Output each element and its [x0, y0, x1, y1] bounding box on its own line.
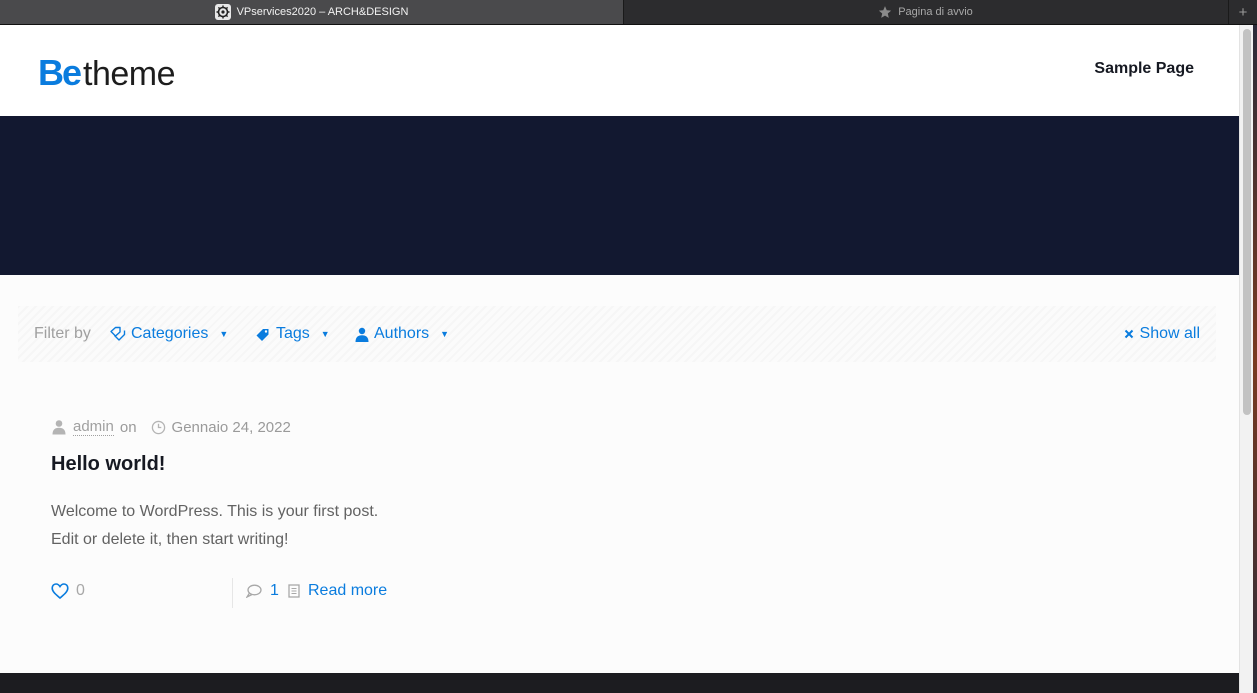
browser-tab-active[interactable]: VPservices2020 – ARCH&DESIGN [0, 0, 624, 24]
desktop-edge [1253, 25, 1257, 693]
tag-icon [255, 326, 271, 342]
heart-icon [51, 583, 69, 599]
document-icon [288, 584, 300, 598]
site-logo[interactable]: Be theme [38, 52, 176, 93]
author-icon [51, 419, 67, 435]
site-header: Be theme Sample Page [0, 25, 1239, 116]
filter-authors[interactable]: Authors ▼ [355, 325, 449, 343]
read-more-label: Read more [308, 582, 388, 599]
browser-tab-strip: VPservices2020 – ARCH&DESIGN Pagina di a… [0, 0, 1257, 25]
post-footer: 0 1 Read more [51, 578, 451, 608]
logo-theme: theme [83, 55, 176, 93]
comments-link[interactable]: 1 [246, 582, 279, 600]
chevron-down-icon: ▼ [320, 329, 330, 339]
show-all-label: Show all [1139, 325, 1200, 342]
filter-categories[interactable]: Categories ▼ [109, 325, 228, 343]
filter-bar: Filter by Categories ▼ Tags ▼ Authors ▼ … [18, 306, 1216, 362]
close-icon [1124, 329, 1134, 339]
browser-tab-inactive[interactable]: Pagina di avvio [624, 0, 1227, 24]
filter-categories-label: Categories [131, 325, 209, 342]
post-excerpt: Welcome to WordPress. This is your first… [51, 498, 378, 554]
hero-banner [0, 116, 1239, 275]
web-page: Be theme Sample Page Filter by Categorie… [0, 25, 1239, 693]
categories-icon [109, 326, 126, 342]
like-button[interactable]: 0 [51, 582, 85, 600]
browser-tab-title: Pagina di avvio [898, 6, 973, 18]
read-more-link[interactable]: Read more [288, 582, 387, 600]
like-count: 0 [76, 582, 85, 599]
post-excerpt-line: Welcome to WordPress. This is your first… [51, 503, 379, 520]
site-footer [0, 673, 1239, 693]
chevron-down-icon: ▼ [440, 329, 450, 339]
post-author-link[interactable]: admin [73, 418, 114, 436]
footer-divider [232, 578, 233, 608]
filter-tags[interactable]: Tags ▼ [255, 325, 330, 343]
nav-sample-page[interactable]: Sample Page [1094, 60, 1194, 78]
post-title[interactable]: Hello world! [51, 453, 165, 476]
post-date: Gennaio 24, 2022 [171, 418, 291, 436]
star-icon [878, 5, 892, 19]
new-tab-button[interactable]: + [1228, 0, 1257, 24]
user-icon [355, 327, 369, 342]
comment-count: 1 [270, 582, 279, 599]
filter-authors-label: Authors [374, 325, 430, 342]
browser-tab-title: VPservices2020 – ARCH&DESIGN [236, 6, 409, 18]
logo-be: Be [38, 52, 82, 93]
chevron-down-icon: ▼ [219, 329, 229, 339]
comment-icon [246, 584, 262, 598]
show-all-link[interactable]: Show all [1124, 325, 1200, 343]
filter-label: Filter by [34, 325, 91, 342]
scrollbar-thumb[interactable] [1243, 29, 1251, 415]
filter-tags-label: Tags [276, 325, 310, 342]
post-meta: admin on Gennaio 24, 2022 [51, 418, 291, 436]
clock-icon [151, 420, 166, 435]
post-meta-on: on [119, 418, 137, 436]
gear-icon [214, 4, 231, 20]
post-excerpt-line: Edit or delete it, then start writing! [51, 531, 289, 548]
